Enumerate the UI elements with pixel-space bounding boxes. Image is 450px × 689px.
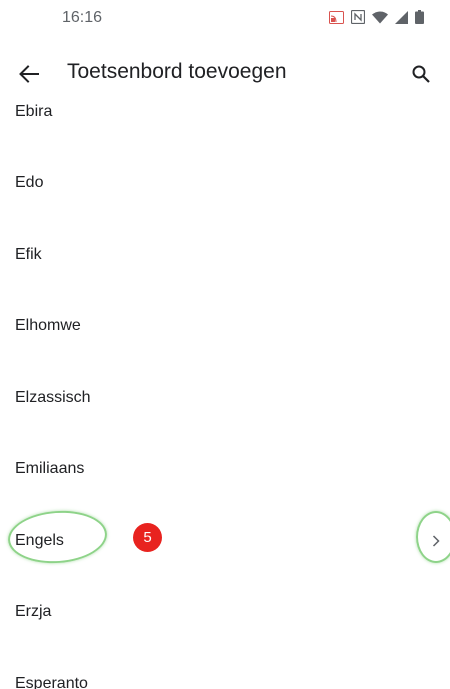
list-item-emiliaans[interactable]: Emiliaans — [0, 434, 450, 506]
list-item-label: Elhomwe — [15, 317, 81, 335]
status-time: 16:16 — [62, 9, 103, 26]
search-button[interactable] — [406, 59, 436, 89]
arrow-back-icon — [19, 65, 39, 83]
list-item-label: Efik — [15, 245, 42, 263]
list-item-label: Ebira — [15, 102, 53, 120]
list-item-elhomwe[interactable]: Elhomwe — [0, 291, 450, 363]
nfc-icon — [351, 10, 365, 24]
battery-icon — [415, 10, 424, 24]
list-item-label: Elzassisch — [15, 388, 91, 406]
app-bar: Toetsenbord toevoegen — [0, 48, 450, 100]
back-button[interactable] — [14, 59, 44, 89]
list-item-label: Erzja — [15, 603, 52, 621]
signal-icon — [395, 10, 408, 24]
list-item-ebira[interactable]: Ebira — [0, 102, 450, 148]
list-item-efik[interactable]: Efik — [0, 219, 450, 291]
list-item-elzassisch[interactable]: Elzassisch — [0, 362, 450, 434]
screen: 16:16 Toetsenbord toevoegen Ebira Edo Ef… — [0, 0, 450, 689]
list-item-erzja[interactable]: Erzja — [0, 577, 450, 649]
list-item-esperanto[interactable]: Esperanto — [0, 648, 450, 689]
search-icon — [412, 65, 430, 83]
language-list[interactable]: Ebira Edo Efik Elhomwe Elzassisch Emilia… — [0, 102, 450, 689]
highlight-chevron — [416, 511, 450, 563]
language-list-items: Ebira Edo Efik Elhomwe Elzassisch Emilia… — [0, 102, 450, 689]
list-item-edo[interactable]: Edo — [0, 148, 450, 220]
wifi-icon — [372, 11, 388, 24]
step-badge: 5 — [133, 523, 162, 552]
page-title: Toetsenbord toevoegen — [67, 60, 287, 83]
status-bar: 16:16 — [0, 0, 450, 36]
list-item-label: Emiliaans — [15, 460, 85, 478]
list-item-label: Esperanto — [15, 674, 88, 689]
list-item-label: Edo — [15, 174, 44, 192]
cast-icon — [329, 10, 344, 24]
status-icons — [329, 10, 424, 24]
